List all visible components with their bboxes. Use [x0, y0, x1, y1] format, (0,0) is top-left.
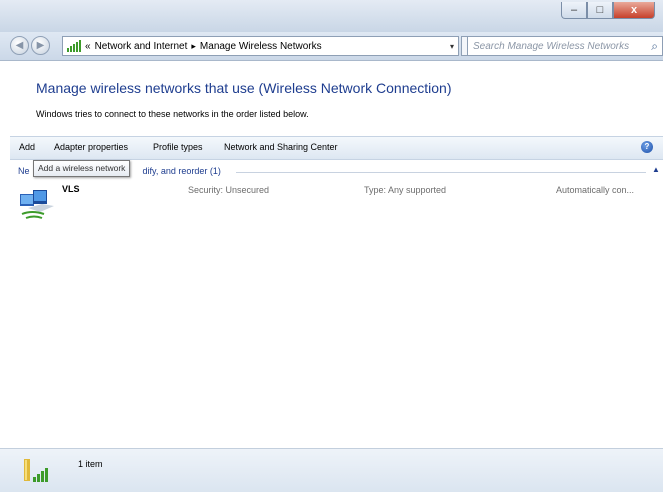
network-name: VLS: [62, 184, 80, 194]
wireless-network-icon: [20, 190, 54, 219]
add-tooltip: Add a wireless network: [33, 160, 131, 177]
page-title: Manage wireless networks that use (Wirel…: [36, 80, 452, 96]
address-dropdown-icon[interactable]: ▾: [450, 42, 454, 51]
profile-types-button[interactable]: Profile types: [153, 142, 203, 152]
network-signal-icon: [67, 40, 81, 52]
status-bar: 1 item: [0, 448, 663, 492]
search-input[interactable]: Search Manage Wireless Networks ⌕: [467, 36, 663, 56]
search-placeholder: Search Manage Wireless Networks: [473, 40, 630, 52]
address-bar[interactable]: « Network and Internet ▸ Manage Wireless…: [62, 36, 459, 56]
back-button[interactable]: ◀: [10, 36, 29, 55]
breadcrumb-network-and-internet[interactable]: Network and Internet: [95, 41, 188, 52]
caption-buttons: – □ x: [561, 2, 655, 19]
group-header-label: dify, and reorder (1): [142, 166, 221, 176]
breadcrumb-prefix[interactable]: «: [85, 41, 91, 52]
network-connection-mode: Automatically con...: [556, 185, 635, 195]
command-bar: Add Adapter properties Profile types Net…: [10, 136, 663, 160]
network-and-sharing-center-button[interactable]: Network and Sharing Center: [224, 142, 338, 152]
network-security: Security: Unsecured: [188, 185, 270, 195]
breadcrumb-separator-icon[interactable]: ▸: [191, 41, 196, 52]
collapse-group-icon[interactable]: ▲: [652, 165, 660, 174]
minimize-button[interactable]: –: [561, 2, 587, 19]
maximize-button[interactable]: □: [587, 2, 613, 19]
group-divider: [236, 172, 646, 173]
wireless-signal-icon: [24, 459, 48, 482]
breadcrumb-manage-wireless-networks[interactable]: Manage Wireless Networks: [200, 41, 322, 52]
help-icon[interactable]: ?: [641, 141, 653, 153]
search-icon[interactable]: ⌕: [651, 39, 658, 54]
navigation-bar: ◀ ▶ « Network and Internet ▸ Manage Wire…: [0, 32, 663, 61]
close-button[interactable]: x: [613, 2, 655, 19]
page-description: Windows tries to connect to these networ…: [36, 109, 309, 119]
forward-button[interactable]: ▶: [31, 36, 50, 55]
adapter-properties-button[interactable]: Adapter properties: [54, 142, 128, 152]
network-type: Type: Any supported: [364, 185, 447, 195]
item-count: 1 item: [78, 459, 103, 469]
group-header-prefix: Ne: [18, 166, 30, 176]
title-bar: – □ x: [0, 0, 663, 32]
add-button[interactable]: Add: [19, 142, 35, 152]
